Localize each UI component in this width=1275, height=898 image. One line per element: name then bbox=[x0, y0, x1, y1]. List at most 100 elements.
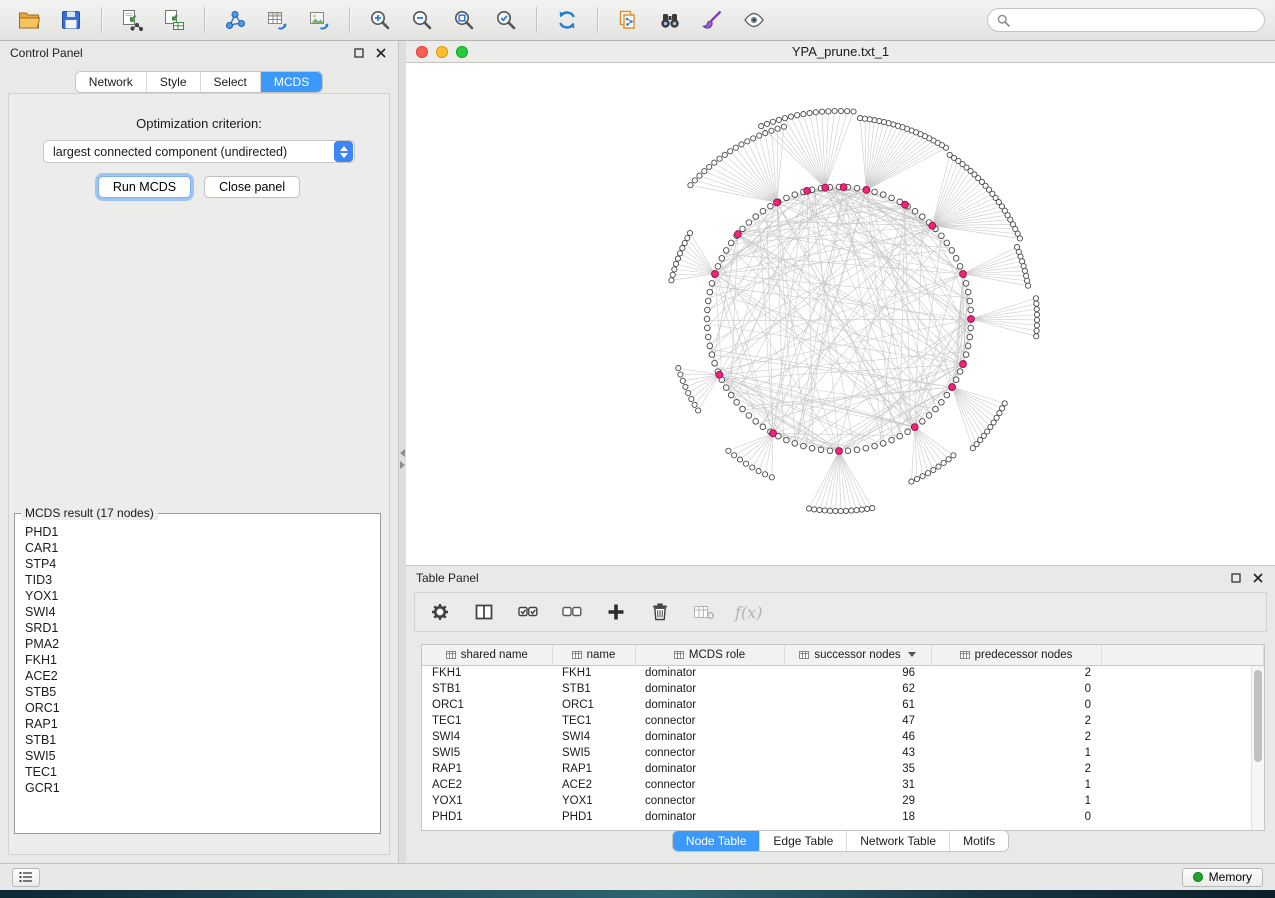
float-table-panel-button[interactable] bbox=[1229, 571, 1243, 585]
tab-motifs[interactable]: Motifs bbox=[950, 831, 1008, 851]
first-neighbors-button[interactable] bbox=[651, 4, 689, 36]
apply-layout-button[interactable] bbox=[548, 4, 586, 36]
cell-filler bbox=[1101, 761, 1264, 777]
show-details-button[interactable] bbox=[735, 4, 773, 36]
cell-mcds-role: dominator bbox=[635, 761, 784, 777]
search-input[interactable] bbox=[1016, 13, 1255, 27]
tab-network[interactable]: Network bbox=[76, 72, 147, 92]
cell-filler bbox=[1101, 665, 1264, 681]
task-history-button[interactable] bbox=[12, 868, 40, 887]
folder-icon bbox=[17, 8, 41, 32]
delete-column-button[interactable] bbox=[647, 599, 673, 625]
column-header-name[interactable]: name bbox=[552, 645, 635, 665]
table-row[interactable]: PHD1 PHD1 dominator 18 0 bbox=[422, 809, 1264, 825]
tab-style[interactable]: Style bbox=[147, 72, 201, 92]
float-panel-button[interactable] bbox=[352, 46, 366, 60]
close-panel-button[interactable] bbox=[374, 46, 388, 60]
copy-document-icon bbox=[616, 8, 640, 32]
mcds-result-item[interactable]: SRD1 bbox=[19, 620, 376, 636]
zoom-fit-button[interactable] bbox=[445, 4, 483, 36]
mcds-result-item[interactable]: GCR1 bbox=[19, 780, 376, 796]
column-header-successor-nodes[interactable]: successor nodes bbox=[784, 645, 931, 665]
cell-predecessor-nodes: 2 bbox=[931, 713, 1101, 729]
tab-mcds[interactable]: MCDS bbox=[261, 72, 322, 92]
network-graph[interactable] bbox=[406, 63, 1275, 565]
mcds-result-item[interactable]: SWI5 bbox=[19, 748, 376, 764]
table-settings-button[interactable] bbox=[427, 599, 453, 625]
tab-edge-table[interactable]: Edge Table bbox=[760, 831, 847, 851]
mcds-result-item[interactable]: RAP1 bbox=[19, 716, 376, 732]
zoom-in-button[interactable] bbox=[361, 4, 399, 36]
copy-network-button[interactable] bbox=[609, 4, 647, 36]
column-header-shared-name[interactable]: shared name bbox=[422, 645, 552, 665]
trash-icon bbox=[650, 602, 670, 622]
mcds-result-item[interactable]: STP4 bbox=[19, 556, 376, 572]
mcds-result-item[interactable]: ORC1 bbox=[19, 700, 376, 716]
status-bar: Memory bbox=[0, 863, 1275, 890]
mcds-result-item[interactable]: CAR1 bbox=[19, 540, 376, 556]
toolbar-separator bbox=[597, 7, 598, 33]
table-row[interactable]: ACE2 ACE2 connector 31 1 bbox=[422, 777, 1264, 793]
show-columns-button[interactable] bbox=[471, 599, 497, 625]
select-all-columns-button[interactable] bbox=[515, 599, 541, 625]
paint-style-button[interactable] bbox=[693, 4, 731, 36]
table-scrollbar[interactable] bbox=[1251, 666, 1264, 830]
mcds-result-item[interactable]: ACE2 bbox=[19, 668, 376, 684]
scrollbar-thumb[interactable] bbox=[1254, 670, 1262, 762]
collapse-left-icon[interactable] bbox=[400, 449, 405, 457]
import-network-button[interactable] bbox=[113, 4, 151, 36]
cell-predecessor-nodes: 1 bbox=[931, 793, 1101, 809]
open-file-button[interactable] bbox=[10, 4, 48, 36]
table-row[interactable]: FKH1 FKH1 dominator 96 2 bbox=[422, 665, 1264, 681]
unselect-all-columns-button[interactable] bbox=[559, 599, 585, 625]
import-table-button[interactable] bbox=[155, 4, 193, 36]
tab-select[interactable]: Select bbox=[201, 72, 261, 92]
cell-name: TEC1 bbox=[552, 713, 635, 729]
search-box[interactable] bbox=[987, 8, 1265, 32]
mcds-result-item[interactable]: SWI4 bbox=[19, 604, 376, 620]
table-row[interactable]: SWI4 SWI4 dominator 46 2 bbox=[422, 729, 1264, 745]
mcds-result-item[interactable]: PHD1 bbox=[19, 524, 376, 540]
criterion-dropdown[interactable]: largest connected component (undirected) bbox=[43, 140, 355, 163]
zoom-selected-button[interactable] bbox=[487, 4, 525, 36]
zoom-out-button[interactable] bbox=[403, 4, 441, 36]
cell-name: FKH1 bbox=[552, 665, 635, 681]
mcds-result-item[interactable]: YOX1 bbox=[19, 588, 376, 604]
mcds-result-item[interactable]: PMA2 bbox=[19, 636, 376, 652]
task-list-icon bbox=[19, 871, 33, 883]
mcds-result-item[interactable]: TID3 bbox=[19, 572, 376, 588]
table-row[interactable]: YOX1 YOX1 connector 29 1 bbox=[422, 793, 1264, 809]
mcds-result-item[interactable]: STB5 bbox=[19, 684, 376, 700]
mcds-result-item[interactable]: TEC1 bbox=[19, 764, 376, 780]
panel-splitter[interactable] bbox=[399, 41, 406, 863]
export-table-button[interactable] bbox=[258, 4, 296, 36]
function-builder-button-disabled[interactable]: f(x) bbox=[735, 599, 762, 625]
image-export-icon bbox=[307, 8, 331, 32]
cell-successor-nodes: 96 bbox=[784, 665, 931, 681]
close-panel-action-button[interactable]: Close panel bbox=[204, 176, 300, 198]
new-network-button[interactable] bbox=[216, 4, 254, 36]
table-row[interactable]: ORC1 ORC1 dominator 61 0 bbox=[422, 697, 1264, 713]
mcds-result-item[interactable]: STB1 bbox=[19, 732, 376, 748]
table-row[interactable]: STB1 STB1 dominator 62 0 bbox=[422, 681, 1264, 697]
table-row[interactable]: SWI5 SWI5 connector 43 1 bbox=[422, 745, 1264, 761]
chevron-down-icon bbox=[340, 153, 348, 158]
memory-button[interactable]: Memory bbox=[1182, 868, 1263, 887]
network-canvas[interactable] bbox=[406, 63, 1275, 565]
tab-node-table[interactable]: Node Table bbox=[673, 831, 761, 851]
table-row[interactable]: RAP1 RAP1 dominator 35 2 bbox=[422, 761, 1264, 777]
column-header-mcds-role[interactable]: MCDS role bbox=[635, 645, 784, 665]
column-header-predecessor-nodes[interactable]: predecessor nodes bbox=[931, 645, 1101, 665]
save-button[interactable] bbox=[52, 4, 90, 36]
criterion-dropdown-value: largest connected component (undirected) bbox=[44, 145, 334, 159]
close-table-panel-button[interactable] bbox=[1251, 571, 1265, 585]
export-image-button[interactable] bbox=[300, 4, 338, 36]
run-mcds-button[interactable]: Run MCDS bbox=[98, 176, 191, 198]
create-column-button[interactable] bbox=[603, 599, 629, 625]
table-row[interactable]: TEC1 TEC1 connector 47 2 bbox=[422, 713, 1264, 729]
delete-table-button-disabled[interactable] bbox=[691, 599, 717, 625]
cell-mcds-role: connector bbox=[635, 793, 784, 809]
mcds-result-item[interactable]: FKH1 bbox=[19, 652, 376, 668]
tab-network-table[interactable]: Network Table bbox=[847, 831, 950, 851]
expand-right-icon[interactable] bbox=[400, 461, 405, 469]
